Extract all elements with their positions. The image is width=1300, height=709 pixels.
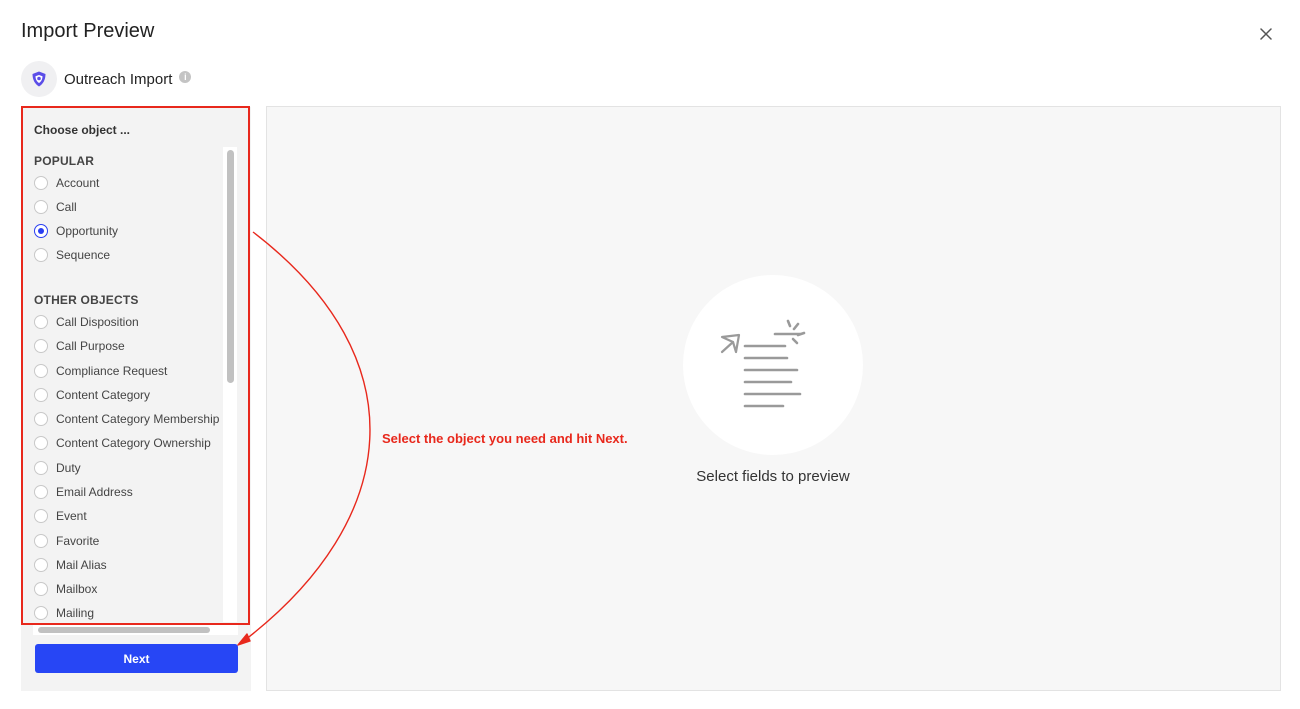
- radio-button[interactable]: [34, 200, 48, 214]
- choose-object-heading: Choose object ...: [34, 123, 131, 137]
- annotation-text: Select the object you need and hit Next.: [382, 431, 628, 446]
- radio-button[interactable]: [34, 339, 48, 353]
- radio-option-duty[interactable]: Duty: [34, 458, 234, 478]
- preview-illustration: [683, 275, 863, 455]
- radio-button[interactable]: [34, 509, 48, 523]
- object-list: POPULAR Account Call Opportunity Sequenc…: [29, 147, 237, 625]
- radio-button[interactable]: [34, 364, 48, 378]
- horizontal-scrollbar-thumb[interactable]: [38, 627, 210, 633]
- radio-option-favorite[interactable]: Favorite: [34, 531, 234, 551]
- radio-option-content-category-membership[interactable]: Content Category Membership: [34, 409, 234, 429]
- radio-button[interactable]: [34, 582, 48, 596]
- radio-button-selected[interactable]: [34, 224, 48, 238]
- radio-label: Content Category Ownership: [56, 436, 211, 450]
- next-button[interactable]: Next: [35, 644, 238, 673]
- radio-label: Mailing: [56, 606, 95, 620]
- radio-button[interactable]: [34, 412, 48, 426]
- outreach-logo: [21, 61, 57, 97]
- radio-label: Mailbox: [56, 582, 98, 596]
- radio-button[interactable]: [34, 485, 48, 499]
- radio-button[interactable]: [34, 436, 48, 450]
- radio-option-call[interactable]: Call: [34, 197, 234, 217]
- radio-option-sequence[interactable]: Sequence: [34, 245, 234, 265]
- radio-option-call-purpose[interactable]: Call Purpose: [34, 336, 234, 356]
- radio-button[interactable]: [34, 606, 48, 620]
- document-send-icon: [720, 319, 806, 408]
- radio-label: Content Category Membership: [56, 412, 220, 426]
- radio-button[interactable]: [34, 534, 48, 548]
- close-icon: [1260, 28, 1272, 40]
- source-name: Outreach Import: [64, 70, 173, 88]
- radio-option-compliance-request[interactable]: Compliance Request: [34, 361, 234, 381]
- radio-button[interactable]: [34, 315, 48, 329]
- outreach-shield-icon: [32, 71, 46, 87]
- radio-label: Event: [56, 509, 87, 523]
- radio-option-mail-alias[interactable]: Mail Alias: [34, 555, 234, 575]
- radio-label: Mail Alias: [56, 558, 107, 572]
- radio-button[interactable]: [34, 248, 48, 262]
- radio-option-account[interactable]: Account: [34, 173, 234, 193]
- radio-button[interactable]: [34, 388, 48, 402]
- radio-button[interactable]: [34, 461, 48, 475]
- radio-label: Opportunity: [56, 224, 119, 238]
- radio-label: Account: [56, 176, 100, 190]
- radio-label: Email Address: [56, 485, 133, 499]
- preview-empty-message: Select fields to preview: [696, 468, 850, 485]
- radio-label: Content Category: [56, 388, 151, 402]
- section-label-popular: POPULAR: [34, 154, 95, 168]
- section-label-other-objects: OTHER OBJECTS: [34, 293, 139, 307]
- radio-option-call-disposition[interactable]: Call Disposition: [34, 312, 234, 332]
- radio-option-content-category[interactable]: Content Category: [34, 385, 234, 405]
- radio-label: Call Purpose: [56, 339, 125, 353]
- radio-label: Call Disposition: [56, 315, 139, 329]
- source-header: Outreach Import i: [21, 61, 192, 97]
- vertical-scrollbar-thumb[interactable]: [227, 150, 234, 383]
- radio-label: Call: [56, 200, 77, 214]
- radio-option-content-category-ownership[interactable]: Content Category Ownership: [34, 433, 234, 453]
- radio-label: Compliance Request: [56, 364, 168, 378]
- radio-label: Sequence: [56, 248, 111, 262]
- radio-option-email-address[interactable]: Email Address: [34, 482, 234, 502]
- radio-label: Favorite: [56, 534, 100, 548]
- radio-option-opportunity[interactable]: Opportunity: [34, 221, 234, 241]
- close-button[interactable]: [1256, 24, 1276, 44]
- radio-option-event[interactable]: Event: [34, 506, 234, 526]
- radio-button[interactable]: [34, 558, 48, 572]
- radio-option-mailing[interactable]: Mailing: [34, 603, 234, 623]
- dialog-title: Import Preview: [21, 20, 155, 42]
- radio-label: Duty: [56, 461, 81, 475]
- radio-button[interactable]: [34, 176, 48, 190]
- info-icon[interactable]: i: [179, 71, 192, 83]
- radio-option-mailbox[interactable]: Mailbox: [34, 579, 234, 599]
